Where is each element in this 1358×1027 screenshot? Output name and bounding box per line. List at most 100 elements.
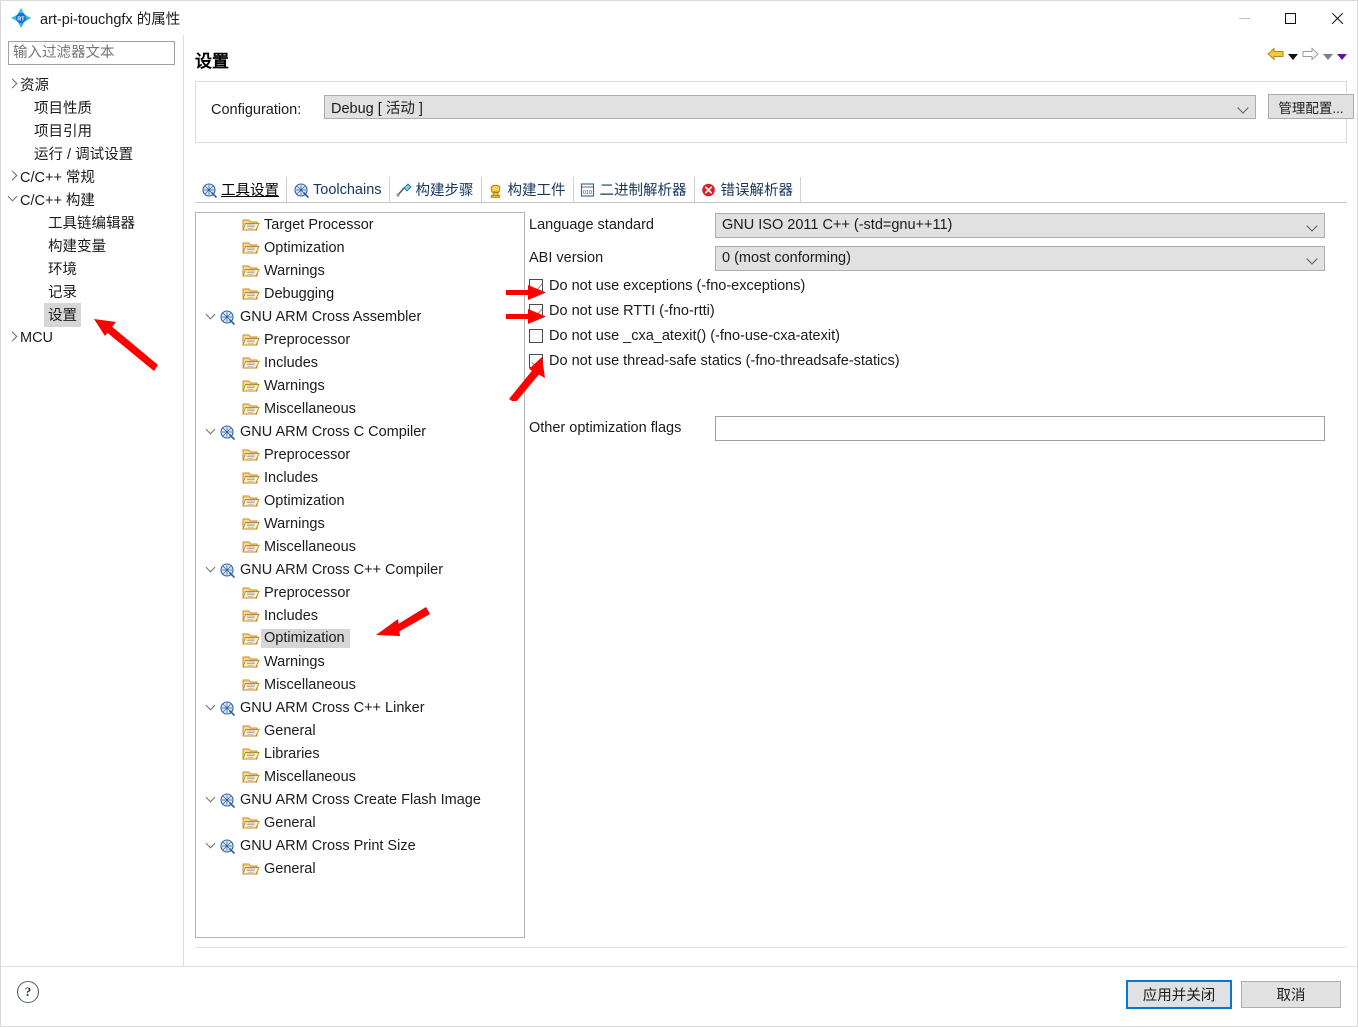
checkbox-unchecked-icon[interactable] [529,329,543,343]
view-menu-chevron-down-icon[interactable] [1337,53,1347,60]
tool-settings-tree[interactable]: Target Processor Optimization Warnings Debu… [195,212,525,938]
chevron-right-icon[interactable] [5,78,20,90]
abi-version-select[interactable]: 0 (most conforming) [715,245,1325,271]
tool-tree-item-label: Preprocessor [264,584,351,601]
maximize-icon[interactable] [1267,1,1313,35]
folder-icon [242,746,260,762]
other-optimization-flags-input[interactable] [715,415,1325,441]
tool-tree-item-25[interactable]: GNU ARM Cross Create Flash Image [196,788,524,811]
sidebar-item-4[interactable]: C/C++ 常规 [1,165,183,188]
checkbox-checked-icon[interactable] [529,304,543,318]
settings-pane: 设置 Configuration: Debug [ 活动 ] 管理配置... 工… [183,35,1357,966]
option-checkbox-0[interactable]: Do not use exceptions (-fno-exceptions) [529,278,805,294]
tool-tree-item-18[interactable]: Optimization [196,627,524,650]
tool-tree-item-16[interactable]: Preprocessor [196,581,524,604]
tool-tree-item-27[interactable]: GNU ARM Cross Print Size [196,834,524,857]
build-artifact-icon [487,182,504,198]
sidebar-item-6[interactable]: 工具链编辑器 [1,211,183,234]
chevron-right-icon[interactable] [5,331,20,343]
tool-icon [218,838,236,854]
sidebar-item-2[interactable]: 项目引用 [1,119,183,142]
tool-tree-item-4[interactable]: GNU ARM Cross Assembler [196,305,524,328]
sidebar-item-8[interactable]: 环境 [1,257,183,280]
tool-tree-item-label: Miscellaneous [264,768,356,785]
sidebar-item-5[interactable]: C/C++ 构建 [1,188,183,211]
option-checkbox-3[interactable]: Do not use thread-safe statics (-fno-thr… [529,353,900,369]
help-icon[interactable]: ? [17,981,39,1003]
sidebar-item-10[interactable]: 设置 [1,302,183,327]
option-checkbox-label: Do not use _cxa_atexit() (-fno-use-cxa-a… [549,328,840,344]
sidebar-item-0[interactable]: 资源 [1,73,183,96]
sidebar-item-7[interactable]: 构建变量 [1,234,183,257]
tab-3[interactable]: 构建工件 [482,177,574,202]
chevron-right-icon[interactable] [5,170,20,182]
checkbox-checked-icon[interactable] [529,354,543,368]
tool-tree-item-1[interactable]: Optimization [196,236,524,259]
tool-tree-item-19[interactable]: Warnings [196,650,524,673]
tool-tree-item-22[interactable]: General [196,719,524,742]
tool-tree-item-2[interactable]: Warnings [196,259,524,282]
tool-tree-item-13[interactable]: Warnings [196,512,524,535]
chevron-down-icon[interactable] [202,309,218,320]
tool-tree-item-26[interactable]: General [196,811,524,834]
language-standard-row: Language standard GNU ISO 2011 C++ (-std… [529,212,1325,238]
folder-icon [242,769,260,785]
tool-tree-item-17[interactable]: Includes [196,604,524,627]
tool-tree-item-23[interactable]: Libraries [196,742,524,765]
tool-tree-item-10[interactable]: Preprocessor [196,443,524,466]
sidebar-item-11[interactable]: MCU [1,326,183,349]
tool-tree-item-8[interactable]: Miscellaneous [196,397,524,420]
tool-tree-item-0[interactable]: Target Processor [196,213,524,236]
option-checkbox-1[interactable]: Do not use RTTI (-fno-rtti) [529,303,715,319]
chevron-down-icon[interactable] [202,792,218,803]
tab-5[interactable]: 错误解析器 [695,177,802,202]
folder-icon [242,217,260,233]
tool-tree-item-21[interactable]: GNU ARM Cross C++ Linker [196,696,524,719]
tool-tree-item-11[interactable]: Includes [196,466,524,489]
tool-tree-item-20[interactable]: Miscellaneous [196,673,524,696]
chevron-down-icon [1237,102,1249,114]
tool-icon [218,700,236,716]
apply-and-close-button[interactable]: 应用并关闭 [1126,980,1232,1009]
tool-tree-item-12[interactable]: Optimization [196,489,524,512]
folder-icon [242,470,260,486]
language-standard-select[interactable]: GNU ISO 2011 C++ (-std=gnu++11) [715,212,1325,238]
sidebar-item-3[interactable]: 运行 / 调试设置 [1,142,183,165]
cancel-button[interactable]: 取消 [1241,981,1341,1008]
tool-tree-item-label: Includes [264,354,319,371]
tab-2[interactable]: 构建步骤 [390,177,482,202]
close-icon[interactable] [1313,1,1357,35]
configuration-select[interactable]: Debug [ 活动 ] [324,95,1256,119]
error-parser-icon [700,182,717,198]
tool-tree-item-24[interactable]: Miscellaneous [196,765,524,788]
folder-icon [242,493,260,509]
chevron-down-icon[interactable] [202,424,218,435]
tab-1[interactable]: Toolchains [287,177,390,202]
tab-0[interactable]: 工具设置 [195,177,287,202]
manage-configurations-button[interactable]: 管理配置... [1268,94,1354,119]
tool-tree-item-label: GNU ARM Cross C Compiler [240,423,427,440]
chevron-down-icon[interactable] [202,838,218,849]
sidebar-item-9[interactable]: 记录 [1,280,183,303]
tool-tree-item-6[interactable]: Includes [196,351,524,374]
back-history-chevron-down-icon[interactable] [1288,53,1298,60]
chevron-down-icon[interactable] [202,700,218,711]
tool-tree-item-14[interactable]: Miscellaneous [196,535,524,558]
tool-tree-item-7[interactable]: Warnings [196,374,524,397]
back-arrow-icon[interactable] [1267,47,1284,66]
tool-tree-item-28[interactable]: General [196,857,524,880]
folder-icon [242,378,260,394]
tool-tree-item-5[interactable]: Preprocessor [196,328,524,351]
tab-4[interactable]: 010 二进制解析器 [574,177,695,202]
checkbox-checked-icon[interactable] [529,279,543,293]
tool-tree-item-3[interactable]: Debugging [196,282,524,305]
chevron-down-icon[interactable] [202,562,218,573]
minimize-icon[interactable] [1221,1,1267,35]
tool-tree-item-15[interactable]: GNU ARM Cross C++ Compiler [196,558,524,581]
sidebar-item-1[interactable]: 项目性质 [1,96,183,119]
tool-tree-item-9[interactable]: GNU ARM Cross C Compiler [196,420,524,443]
filter-input[interactable] [8,41,175,65]
option-checkbox-2[interactable]: Do not use _cxa_atexit() (-fno-use-cxa-a… [529,328,840,344]
chevron-down-icon[interactable] [5,191,20,205]
forward-history-chevron-down-icon[interactable] [1323,53,1333,60]
